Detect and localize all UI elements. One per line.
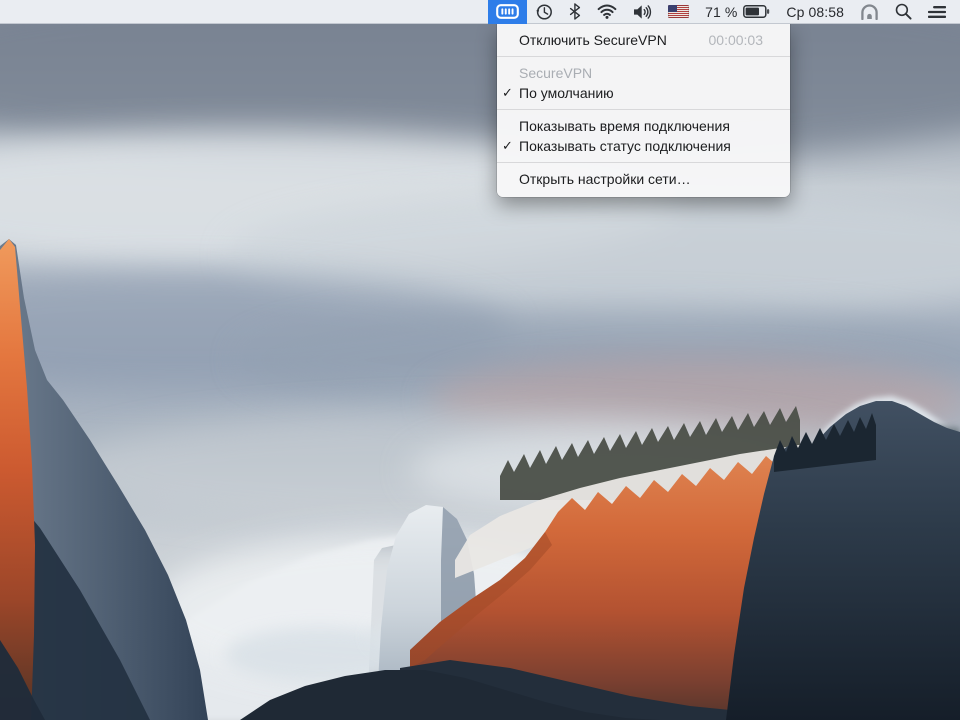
clock-menu-extra[interactable]: Ср 08:58 <box>778 0 852 24</box>
tunnel-icon <box>860 3 879 20</box>
menu-item-label: Показывать статус подключения <box>519 138 776 154</box>
notification-center-icon <box>928 5 946 19</box>
menu-item-open-network-settings[interactable]: Открыть настройки сети… <box>497 169 790 189</box>
volume-icon <box>633 4 652 20</box>
vpn-dropdown-menu: Отключить SecureVPN 00:00:03 SecureVPN ✓… <box>497 24 790 197</box>
menu-item-label: Показывать время подключения <box>519 118 776 134</box>
bluetooth-menu-extra[interactable] <box>561 0 589 24</box>
time-machine-icon <box>535 3 553 21</box>
bluetooth-icon <box>569 3 581 20</box>
battery-percent-label: 71 % <box>705 4 737 20</box>
menu-separator <box>497 162 790 163</box>
checkmark: ✓ <box>502 85 519 101</box>
battery-menu-extra[interactable]: 71 % <box>697 0 741 24</box>
time-machine-menu-extra[interactable] <box>527 0 561 24</box>
input-language-menu-extra[interactable] <box>660 0 697 24</box>
spotlight-menu-extra[interactable] <box>887 0 920 24</box>
connection-timer: 00:00:03 <box>709 32 777 48</box>
menu-separator <box>497 109 790 110</box>
checkmark: ✓ <box>502 138 519 154</box>
menu-bar: 71 % Ср 08:58 <box>0 0 960 24</box>
menu-item-label: Отключить SecureVPN <box>519 32 709 48</box>
menu-item-label: Открыть настройки сети… <box>519 171 776 187</box>
menubar-clock-label: Ср 08:58 <box>786 4 844 20</box>
battery-icon <box>743 5 770 18</box>
wifi-menu-extra[interactable] <box>589 0 625 24</box>
us-flag-icon <box>668 5 689 18</box>
menu-separator <box>497 56 790 57</box>
menu-item-label: SecureVPN <box>519 65 776 81</box>
vpn-capsule-icon <box>496 4 519 19</box>
tunnel-menu-extra[interactable] <box>852 0 887 24</box>
el-capitan-wallpaper <box>0 0 960 720</box>
menu-item-show-connection-status[interactable]: ✓ Показывать статус подключения <box>497 136 790 156</box>
menu-item-default-config[interactable]: ✓ По умолчанию <box>497 83 790 103</box>
wifi-icon <box>597 4 617 19</box>
menu-item-securevpn-header: SecureVPN <box>497 63 790 83</box>
volume-menu-extra[interactable] <box>625 0 660 24</box>
desktop-background[interactable] <box>0 0 960 720</box>
menu-item-disconnect-vpn[interactable]: Отключить SecureVPN 00:00:03 <box>497 30 790 50</box>
vpn-status-menu-extra[interactable] <box>488 0 527 24</box>
notification-center-menu-extra[interactable] <box>920 0 960 24</box>
spotlight-search-icon <box>895 3 912 20</box>
menu-item-label: По умолчанию <box>519 85 776 101</box>
battery-icon-item[interactable] <box>741 0 778 24</box>
menu-item-show-connection-time[interactable]: Показывать время подключения <box>497 116 790 136</box>
